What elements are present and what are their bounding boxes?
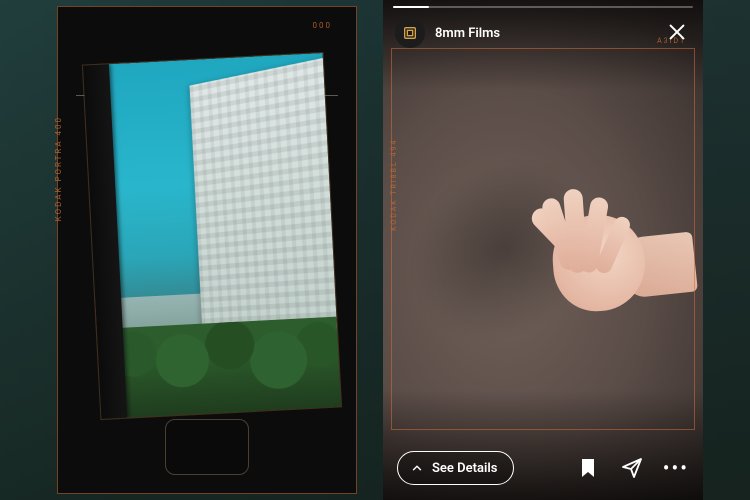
film-stock-label: KODAK PORTRA 400 xyxy=(54,116,63,221)
film-frame-border: KODAK PORTRA 400 000 xyxy=(57,6,357,494)
story-media[interactable]: KODAK TRI8BL 494 A3ID1 xyxy=(383,0,703,500)
more-options-button[interactable]: ••• xyxy=(663,456,689,480)
photo-skyscraper xyxy=(189,56,341,334)
close-icon xyxy=(666,21,688,43)
film-frame-code: 000 xyxy=(313,21,333,30)
chevron-up-icon xyxy=(410,461,424,475)
photo-viewport xyxy=(83,53,341,419)
author-avatar[interactable] xyxy=(395,18,425,48)
phone-left: KODAK PORTRA 400 000 xyxy=(47,0,367,500)
see-details-button[interactable]: See Details xyxy=(397,451,514,485)
story-header: 8mm Films xyxy=(383,0,703,58)
film-gate-notch xyxy=(165,419,249,475)
story-footer: See Details ••• xyxy=(383,436,703,500)
two-phone-row: KODAK PORTRA 400 000 xyxy=(0,0,750,500)
app-logo-icon xyxy=(402,25,418,41)
paper-plane-icon xyxy=(620,456,644,480)
story-progress-bar[interactable] xyxy=(393,6,693,8)
bookmark-icon xyxy=(576,456,600,480)
photo-trees xyxy=(97,317,341,419)
save-bookmark-button[interactable] xyxy=(575,455,601,481)
close-button[interactable] xyxy=(663,18,691,46)
media-hand xyxy=(485,185,685,325)
author-username[interactable]: 8mm Films xyxy=(435,26,500,41)
phone-right-story-viewer: KODAK TRI8BL 494 A3ID1 8mm Films xyxy=(383,0,703,500)
see-details-label: See Details xyxy=(432,461,497,476)
film-stock-label: KODAK TRI8BL 494 xyxy=(390,139,398,231)
share-button[interactable] xyxy=(619,455,645,481)
